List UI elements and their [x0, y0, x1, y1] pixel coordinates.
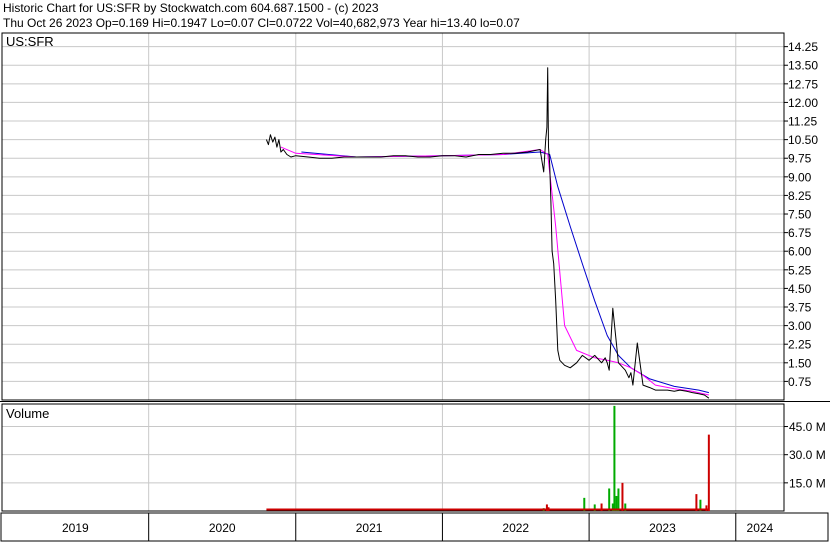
volume-tick-label: 15.0 M: [789, 476, 826, 490]
price-tick-label: 11.25: [788, 115, 817, 129]
price-tick-label: 5.25: [788, 263, 812, 277]
volume-axis-ticks: 15.0 M 30.0 M 45.0 M: [784, 420, 826, 490]
price-tick-label: 12.75: [788, 77, 818, 91]
year-label: 2024: [747, 521, 774, 535]
price-grid: [1, 33, 784, 400]
price-tick-label: 3.75: [788, 301, 812, 315]
price-tick-label: 2.25: [788, 338, 812, 352]
price-tick-label: 8.25: [788, 189, 812, 203]
price-tick-label: 0.75: [788, 375, 812, 389]
volume-tick-label: 45.0 M: [789, 420, 826, 434]
year-label: 2020: [209, 521, 236, 535]
year-label: 2019: [62, 521, 89, 535]
price-tick-label: 6.00: [788, 245, 812, 259]
price-tick-label: 10.50: [788, 133, 818, 147]
volume-tick-label: 30.0 M: [789, 448, 826, 462]
series-ma-long-line: [301, 151, 710, 394]
price-panel-title: US:SFR: [6, 34, 54, 49]
volume-grid: [1, 404, 784, 511]
volume-panel-frame: [1, 403, 785, 512]
series-ma-short-line: [280, 146, 710, 396]
year-axis: 2019 2020 2021 2022 2023 2024: [62, 513, 774, 541]
year-label: 2021: [356, 521, 383, 535]
price-panel-frame: [1, 32, 785, 401]
price-tick-label: 14.25: [788, 40, 818, 54]
year-axis-frame: [0, 512, 829, 542]
price-tick-label: 1.50: [788, 356, 812, 370]
stock-chart: US:SFR Volume 0.75 1.50 2.25 3.00 3.75 4.50 5.…: [0, 32, 830, 542]
price-tick-label: 12.00: [788, 96, 818, 110]
price-axis-ticks: 0.75 1.50 2.25 3.00 3.75 4.50 5.25 6.00 6.75 7.50…: [784, 40, 818, 389]
year-label: 2023: [649, 521, 676, 535]
price-tick-label: 6.75: [788, 226, 812, 240]
year-label: 2022: [502, 521, 529, 535]
price-tick-label: 13.50: [788, 59, 818, 73]
price-tick-label: 9.75: [788, 152, 812, 166]
chart-panels: [0, 32, 830, 542]
price-tick-label: 9.00: [788, 170, 812, 184]
price-tick-label: 7.50: [788, 208, 812, 222]
volume-bars: [266, 405, 710, 511]
volume-panel-title: Volume: [6, 406, 49, 421]
price-tick-label: 3.00: [788, 319, 812, 333]
price-tick-label: 4.50: [788, 282, 812, 296]
